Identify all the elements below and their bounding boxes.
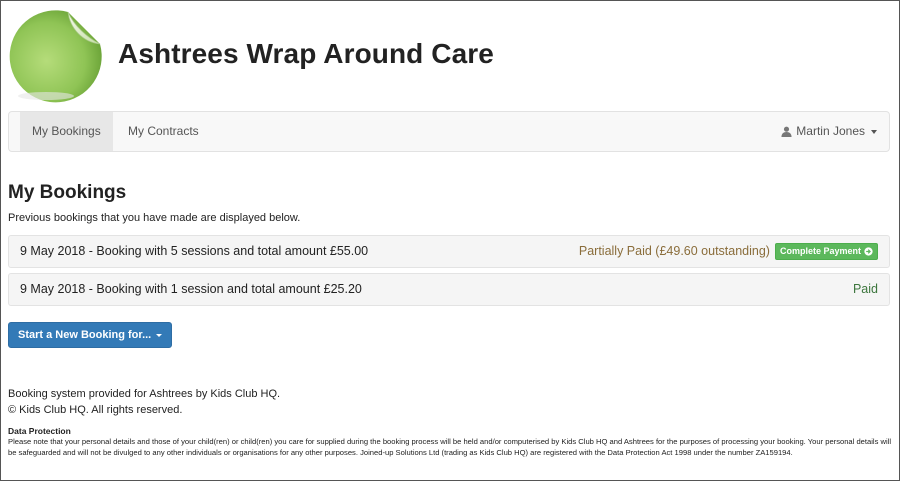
nav-my-bookings[interactable]: My Bookings [20, 112, 113, 151]
data-protection-text: Please note that your personal details a… [8, 437, 892, 457]
page-title: My Bookings [8, 182, 127, 203]
data-protection-heading: Data Protection [8, 426, 71, 436]
booking-status: Partially Paid (£49.60 outstanding) [578, 244, 770, 258]
page-subtitle: Previous bookings that you have made are… [8, 212, 301, 224]
user-name: Martin Jones [796, 124, 865, 138]
chevron-down-icon [871, 129, 877, 134]
booking-status-group: Partially Paid (£49.60 outstanding) Comp… [579, 236, 878, 267]
start-new-booking-label: Start a New Booking for... [18, 329, 152, 341]
booking-description: 9 May 2018 - Booking with 1 session and … [20, 282, 362, 296]
top-navbar: My Bookings My Contracts Martin Jones [8, 111, 890, 152]
logo-sticker-icon [9, 10, 102, 103]
arrow-circle-right-icon [864, 247, 873, 256]
booking-status-group: Paid [853, 274, 878, 305]
complete-payment-button[interactable]: Complete Payment [774, 243, 878, 260]
header: Ashtrees Wrap Around Care [8, 8, 888, 104]
user-menu-dropdown[interactable]: Martin Jones [781, 112, 877, 151]
footer-provided-by: Booking system provided for Ashtrees by … [8, 388, 281, 400]
nav-my-contracts[interactable]: My Contracts [116, 112, 211, 151]
footer-copyright: © Kids Club HQ. All rights reserved. [8, 404, 183, 416]
start-new-booking-button[interactable]: Start a New Booking for... [8, 322, 173, 348]
booking-row[interactable]: 9 May 2018 - Booking with 5 sessions and… [8, 235, 890, 268]
booking-status: Paid [852, 282, 878, 296]
booking-row[interactable]: 9 May 2018 - Booking with 1 session and … [8, 273, 890, 306]
user-icon [781, 126, 792, 137]
complete-payment-label: Complete Payment [779, 246, 861, 256]
site-title: Ashtrees Wrap Around Care [118, 38, 494, 69]
chevron-down-icon [156, 333, 163, 337]
booking-description: 9 May 2018 - Booking with 5 sessions and… [20, 244, 369, 258]
